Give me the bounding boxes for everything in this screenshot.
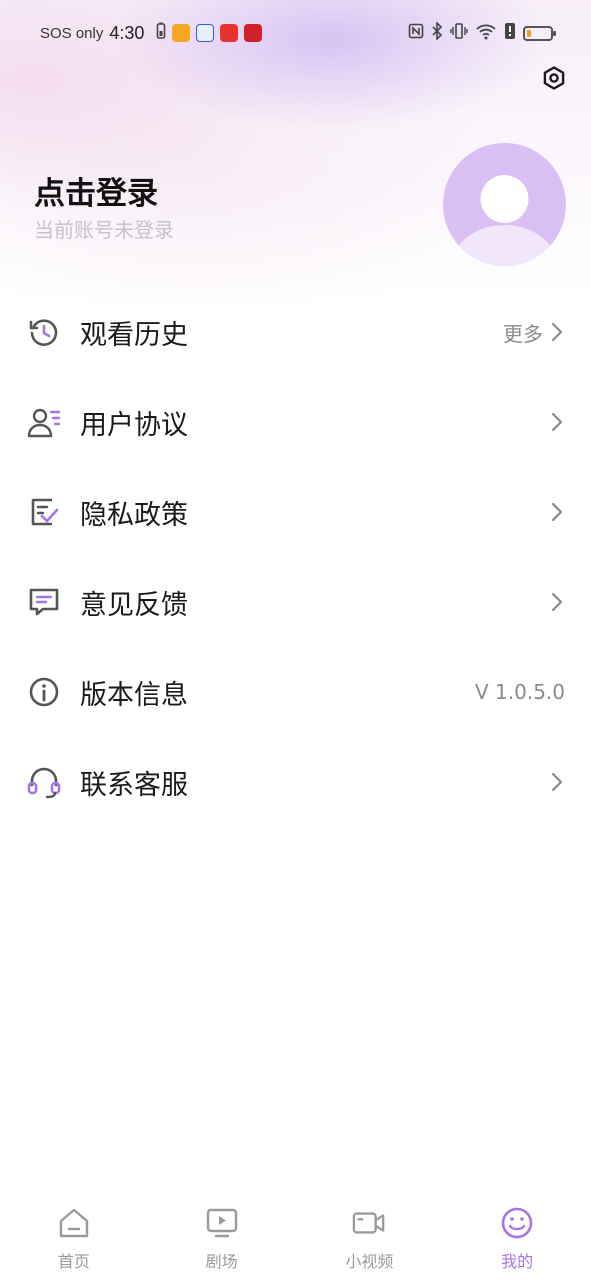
menu-item-label: 版本信息 <box>80 679 188 711</box>
chevron-right-icon <box>549 411 565 433</box>
battery-saver-icon <box>156 22 166 45</box>
tab-label: 剧场 <box>205 1252 238 1271</box>
privacy-policy-icon <box>26 494 62 530</box>
nfc-icon <box>408 23 424 43</box>
login-title[interactable]: 点击登录 <box>34 168 158 213</box>
battery-level <box>527 29 531 37</box>
tab-mine[interactable]: 我的 <box>443 1196 591 1280</box>
home-icon <box>57 1206 91 1240</box>
settings-button[interactable] <box>540 66 568 94</box>
chevron-right-icon <box>549 771 565 793</box>
profile-page: SOS only 4:30 点击登录 当前账号未登录 观看历史 更多 用户协议 … <box>0 0 591 1280</box>
tab-label: 我的 <box>501 1252 534 1271</box>
play-screen-icon <box>205 1206 239 1240</box>
tab-short-video[interactable]: 小视频 <box>296 1196 444 1280</box>
wifi-icon <box>475 22 497 44</box>
menu-item-privacy-policy[interactable]: 隐私政策 <box>0 467 591 557</box>
tab-label: 小视频 <box>345 1252 394 1271</box>
sim-alert-icon <box>504 22 516 44</box>
status-bar: SOS only 4:30 <box>0 18 591 48</box>
bluetooth-icon <box>431 21 443 44</box>
chevron-right-icon <box>549 501 565 523</box>
bottom-tab-bar: 首页 剧场 小视频 我的 <box>0 1196 591 1280</box>
tab-home[interactable]: 首页 <box>0 1196 148 1280</box>
tab-theater[interactable]: 剧场 <box>148 1196 296 1280</box>
battery-icon <box>523 25 556 41</box>
settings-gear-icon <box>541 65 567 95</box>
notification-app-icon-1 <box>172 24 191 42</box>
menu-item-label: 联系客服 <box>80 769 188 801</box>
smiley-icon <box>500 1206 534 1240</box>
headset-icon <box>26 764 62 800</box>
clock-time: 4:30 <box>109 22 145 43</box>
menu-item-feedback[interactable]: 意见反馈 <box>0 557 591 647</box>
chevron-right-icon <box>549 321 565 343</box>
feedback-icon <box>26 584 62 620</box>
version-number: V 1.0.5.0 <box>474 680 565 704</box>
notification-app-icon-3 <box>220 24 239 42</box>
video-camera-icon <box>352 1206 386 1240</box>
menu-item-label: 用户协议 <box>80 409 188 441</box>
info-icon <box>26 674 62 710</box>
notification-app-icon-2 <box>196 24 215 42</box>
menu-item-label: 观看历史 <box>80 319 188 351</box>
settings-menu: 观看历史 更多 用户协议 隐私政策 意见反馈 版本信息 V 1.0.5.0 联系… <box>0 287 591 827</box>
menu-item-label: 意见反馈 <box>80 589 188 621</box>
menu-item-version-info[interactable]: 版本信息 V 1.0.5.0 <box>0 647 591 737</box>
tab-label: 首页 <box>57 1252 90 1271</box>
chevron-right-icon <box>549 591 565 613</box>
carrier-text: SOS only <box>40 24 104 42</box>
menu-item-user-agreement[interactable]: 用户协议 <box>0 377 591 467</box>
notification-app-icon-4 <box>244 24 263 42</box>
more-link[interactable]: 更多 <box>503 318 543 347</box>
menu-item-customer-service[interactable]: 联系客服 <box>0 737 591 827</box>
avatar[interactable] <box>443 143 566 266</box>
menu-item-history[interactable]: 观看历史 更多 <box>0 287 591 377</box>
vibrate-icon <box>450 22 468 44</box>
user-agreement-icon <box>26 404 62 440</box>
menu-item-label: 隐私政策 <box>80 499 188 531</box>
history-icon <box>26 314 62 350</box>
login-subtitle: 当前账号未登录 <box>34 218 174 242</box>
